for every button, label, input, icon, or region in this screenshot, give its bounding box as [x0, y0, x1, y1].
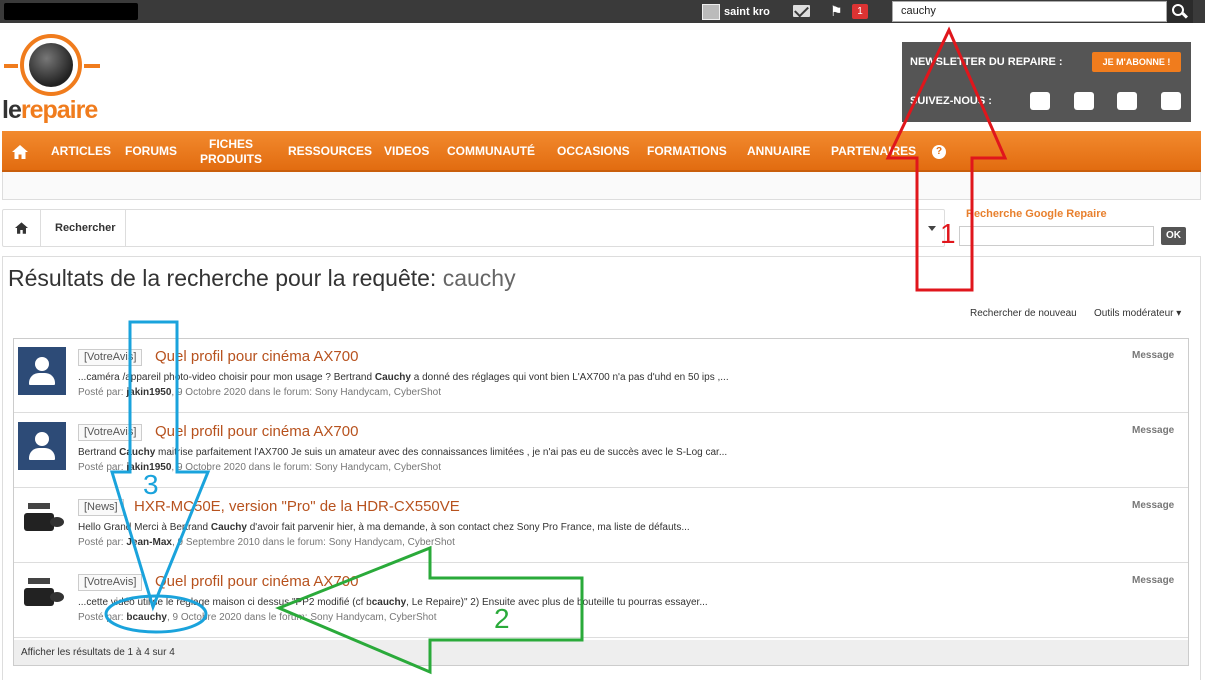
- annotation-label-1: 1: [940, 218, 956, 249]
- annotation-label-2: 2: [494, 603, 510, 634]
- red-arrow-annotation: [885, 26, 1008, 292]
- annotation-label-3: 3: [143, 469, 159, 500]
- annotation-overlay: 1 2 3: [104, 26, 1008, 675]
- green-arrow-annotation: [275, 545, 584, 675]
- blue-arrow-annotation: [109, 320, 211, 612]
